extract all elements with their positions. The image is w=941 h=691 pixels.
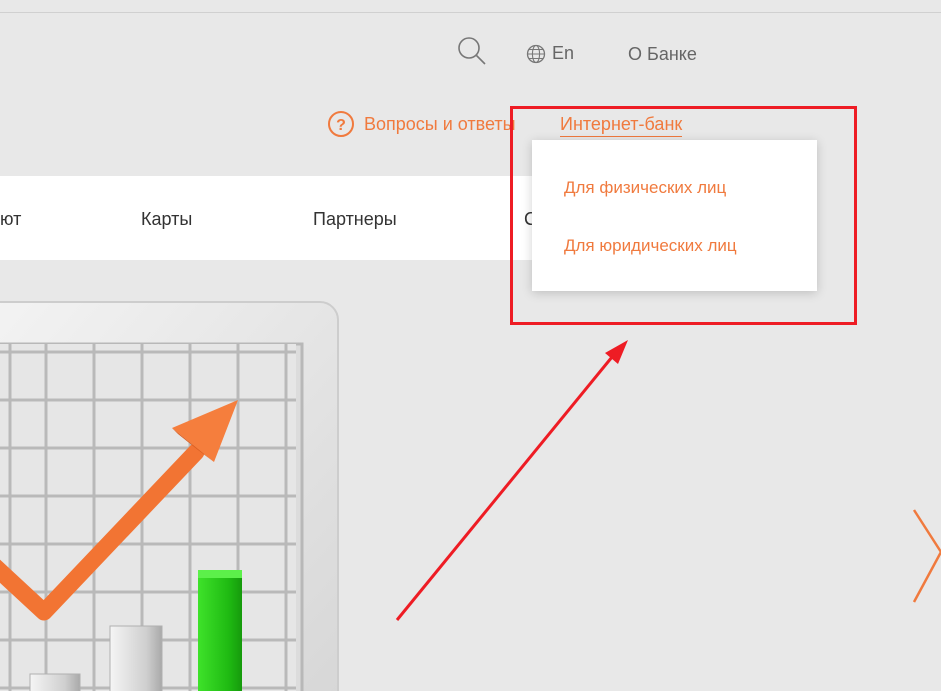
chevron-right-icon[interactable] [910,506,941,606]
growth-chart-illustration [0,301,339,691]
